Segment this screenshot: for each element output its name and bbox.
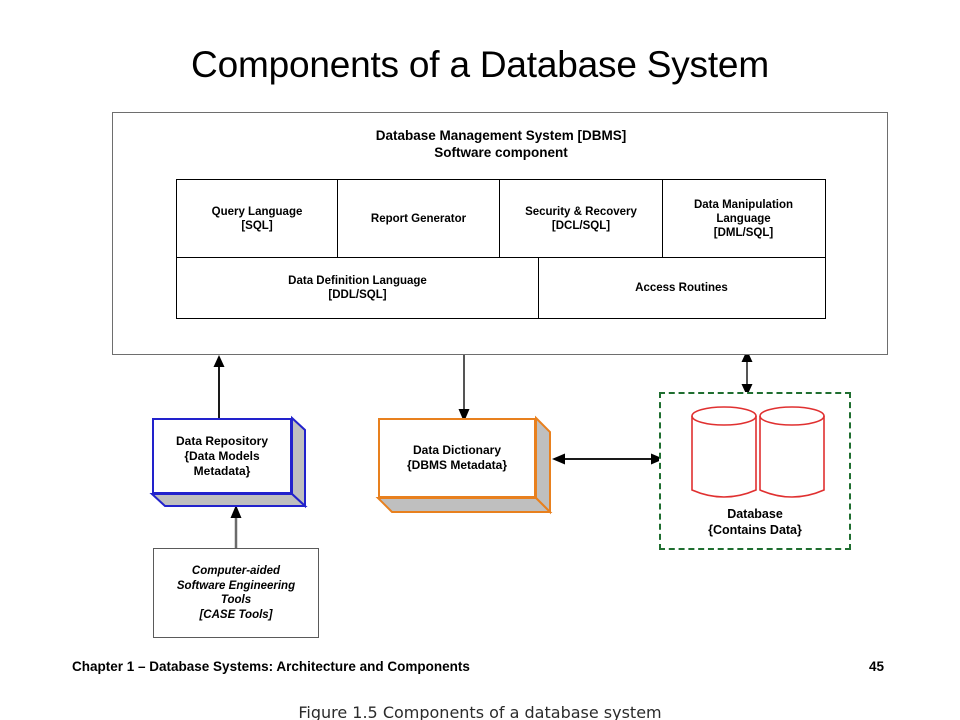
report-generator-line1: Report Generator: [370, 212, 467, 225]
database-label: Database {Contains Data}: [661, 506, 849, 538]
security-recovery-line1: Security & Recovery: [525, 205, 637, 218]
ddl-line1: Data Definition Language: [288, 275, 427, 287]
case-tools-line1: Computer-aided: [191, 565, 281, 577]
connector-case-tools-to-repository: [229, 505, 243, 551]
dbms-container: Database Management System [DBMS] Softwa…: [112, 112, 888, 355]
security-recovery-line2: [DCL/SQL]: [551, 219, 611, 232]
dml-line3: [DML/SQL]: [713, 226, 774, 239]
data-repository-line2: {Data Models: [184, 448, 260, 463]
dbms-heading-line1: Database Management System [DBMS]: [375, 128, 627, 143]
dml-line1: Data Manipulation: [693, 198, 794, 211]
cylinder-left: [691, 406, 757, 498]
dbms-component-row-1: Query Language [SQL] Report Generator Se…: [177, 180, 825, 258]
data-repository-line1: Data Repository: [175, 433, 269, 448]
dml-line2: Language: [716, 212, 771, 225]
dbms-cell-data-definition-language[interactable]: Data Definition Language [DDL/SQL]: [177, 258, 539, 318]
connector-dbms-to-dictionary: [457, 354, 471, 422]
database-cylinders: [688, 404, 828, 504]
dbms-component-grid: Query Language [SQL] Report Generator Se…: [176, 179, 826, 319]
connector-dictionary-to-database: [552, 452, 664, 466]
data-dictionary-label: Data Dictionary {DBMS Metadata}: [378, 418, 536, 498]
dbms-heading-line2: Software component: [434, 145, 568, 160]
dbms-heading: Database Management System [DBMS] Softwa…: [113, 127, 889, 161]
data-dictionary-line2: {DBMS Metadata}: [406, 458, 508, 472]
case-tools-line2: Software Engineering: [176, 579, 296, 592]
data-repository-box[interactable]: Data Repository {Data Models Metadata}: [149, 415, 312, 509]
page-title: Components of a Database System: [191, 44, 769, 85]
connector-repository-to-dbms: [212, 355, 226, 421]
query-language-line2: [SQL]: [241, 219, 273, 232]
data-repository-label: Data Repository {Data Models Metadata}: [152, 418, 292, 494]
data-dictionary-box[interactable]: Data Dictionary {DBMS Metadata}: [375, 415, 558, 516]
dbms-cell-access-routines[interactable]: Access Routines: [539, 258, 824, 318]
data-dictionary-line1: Data Dictionary: [412, 443, 502, 457]
dbms-component-row-2: Data Definition Language [DDL/SQL] Acces…: [177, 258, 825, 318]
footer: Chapter 1 – Database Systems: Architectu…: [72, 656, 884, 676]
footer-chapter: Chapter 1 – Database Systems: Architectu…: [72, 658, 470, 674]
query-language-line1: Query Language: [211, 205, 303, 218]
connector-dbms-to-database: [740, 350, 754, 396]
dbms-cell-security-recovery[interactable]: Security & Recovery [DCL/SQL]: [500, 180, 663, 257]
database-region[interactable]: Database {Contains Data}: [659, 392, 851, 550]
case-tools-line3: Tools: [220, 594, 252, 606]
ddl-line2: [DDL/SQL]: [328, 289, 387, 301]
dbms-cell-query-language[interactable]: Query Language [SQL]: [177, 180, 338, 257]
database-line1: Database: [727, 507, 783, 521]
case-tools-box[interactable]: Computer-aided Software Engineering Tool…: [153, 548, 319, 638]
case-tools-line4: [CASE Tools]: [199, 608, 273, 621]
data-repository-line3: Metadata}: [193, 463, 251, 478]
figure-caption: Figure 1.5 Components of a database syst…: [298, 703, 662, 720]
access-routines-line1: Access Routines: [635, 282, 728, 294]
dbms-cell-data-manipulation-language[interactable]: Data Manipulation Language [DML/SQL]: [663, 180, 824, 257]
database-line2: {Contains Data}: [708, 523, 802, 537]
cylinder-right: [759, 406, 825, 498]
footer-page-number: 45: [868, 658, 884, 674]
dbms-cell-report-generator[interactable]: Report Generator: [338, 180, 500, 257]
